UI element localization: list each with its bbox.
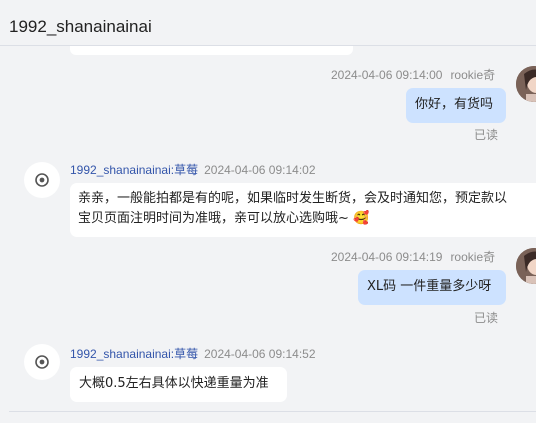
- previous-message-bubble: [70, 46, 353, 55]
- message-timestamp: 2024-04-06 09:14:19: [331, 250, 443, 264]
- message-meta: 2024-04-06 09:14:00 rookie奇: [331, 66, 495, 83]
- message-line: 亲亲，一般能拍都是有的呢，如果临时发生断货，会及时通知您，预定款以: [78, 191, 508, 206]
- user-photo-avatar[interactable]: [516, 248, 536, 284]
- message-sender[interactable]: 1992_shanainainai:草莓: [70, 163, 198, 177]
- conversation-title: 1992_shanainainai: [9, 17, 152, 36]
- message-bubble[interactable]: 大概0.5左右具体以快递重量为准: [70, 367, 287, 402]
- message-bubble[interactable]: 亲亲，一般能拍都是有的呢，如果临时发生断货，会及时通知您，预定款以 宝贝页面注明…: [70, 183, 536, 237]
- message-sender: rookie奇: [450, 68, 496, 82]
- chat-header: 1992_shanainainai: [0, 0, 536, 46]
- message-meta: 1992_shanainainai:草莓 2024-04-06 09:14:02: [70, 161, 316, 178]
- message-sender[interactable]: 1992_shanainainai:草莓: [70, 347, 198, 361]
- message-bubble[interactable]: 你好，有货吗: [406, 88, 506, 123]
- shop-logo-avatar[interactable]: [24, 162, 60, 198]
- message-meta: 2024-04-06 09:14:19 rookie奇: [331, 248, 495, 265]
- message-timestamp: 2024-04-06 09:14:00: [331, 68, 443, 82]
- message-sender: rookie奇: [450, 250, 496, 264]
- message-bubble[interactable]: XL码 一件重量多少呀: [358, 270, 506, 305]
- user-photo-avatar[interactable]: [516, 66, 536, 102]
- shop-logo-avatar[interactable]: [24, 344, 60, 380]
- read-status: 已读: [474, 128, 499, 142]
- read-status: 已读: [474, 311, 499, 325]
- message-timestamp: 2024-04-06 09:14:02: [204, 163, 316, 177]
- message-timestamp: 2024-04-06 09:14:52: [204, 347, 316, 361]
- message-meta: 1992_shanainainai:草莓 2024-04-06 09:14:52: [70, 345, 316, 362]
- divider: [9, 411, 536, 412]
- message-line: 宝贝页面注明时间为准哦，亲可以放心选购哦~ 🥰: [78, 211, 370, 226]
